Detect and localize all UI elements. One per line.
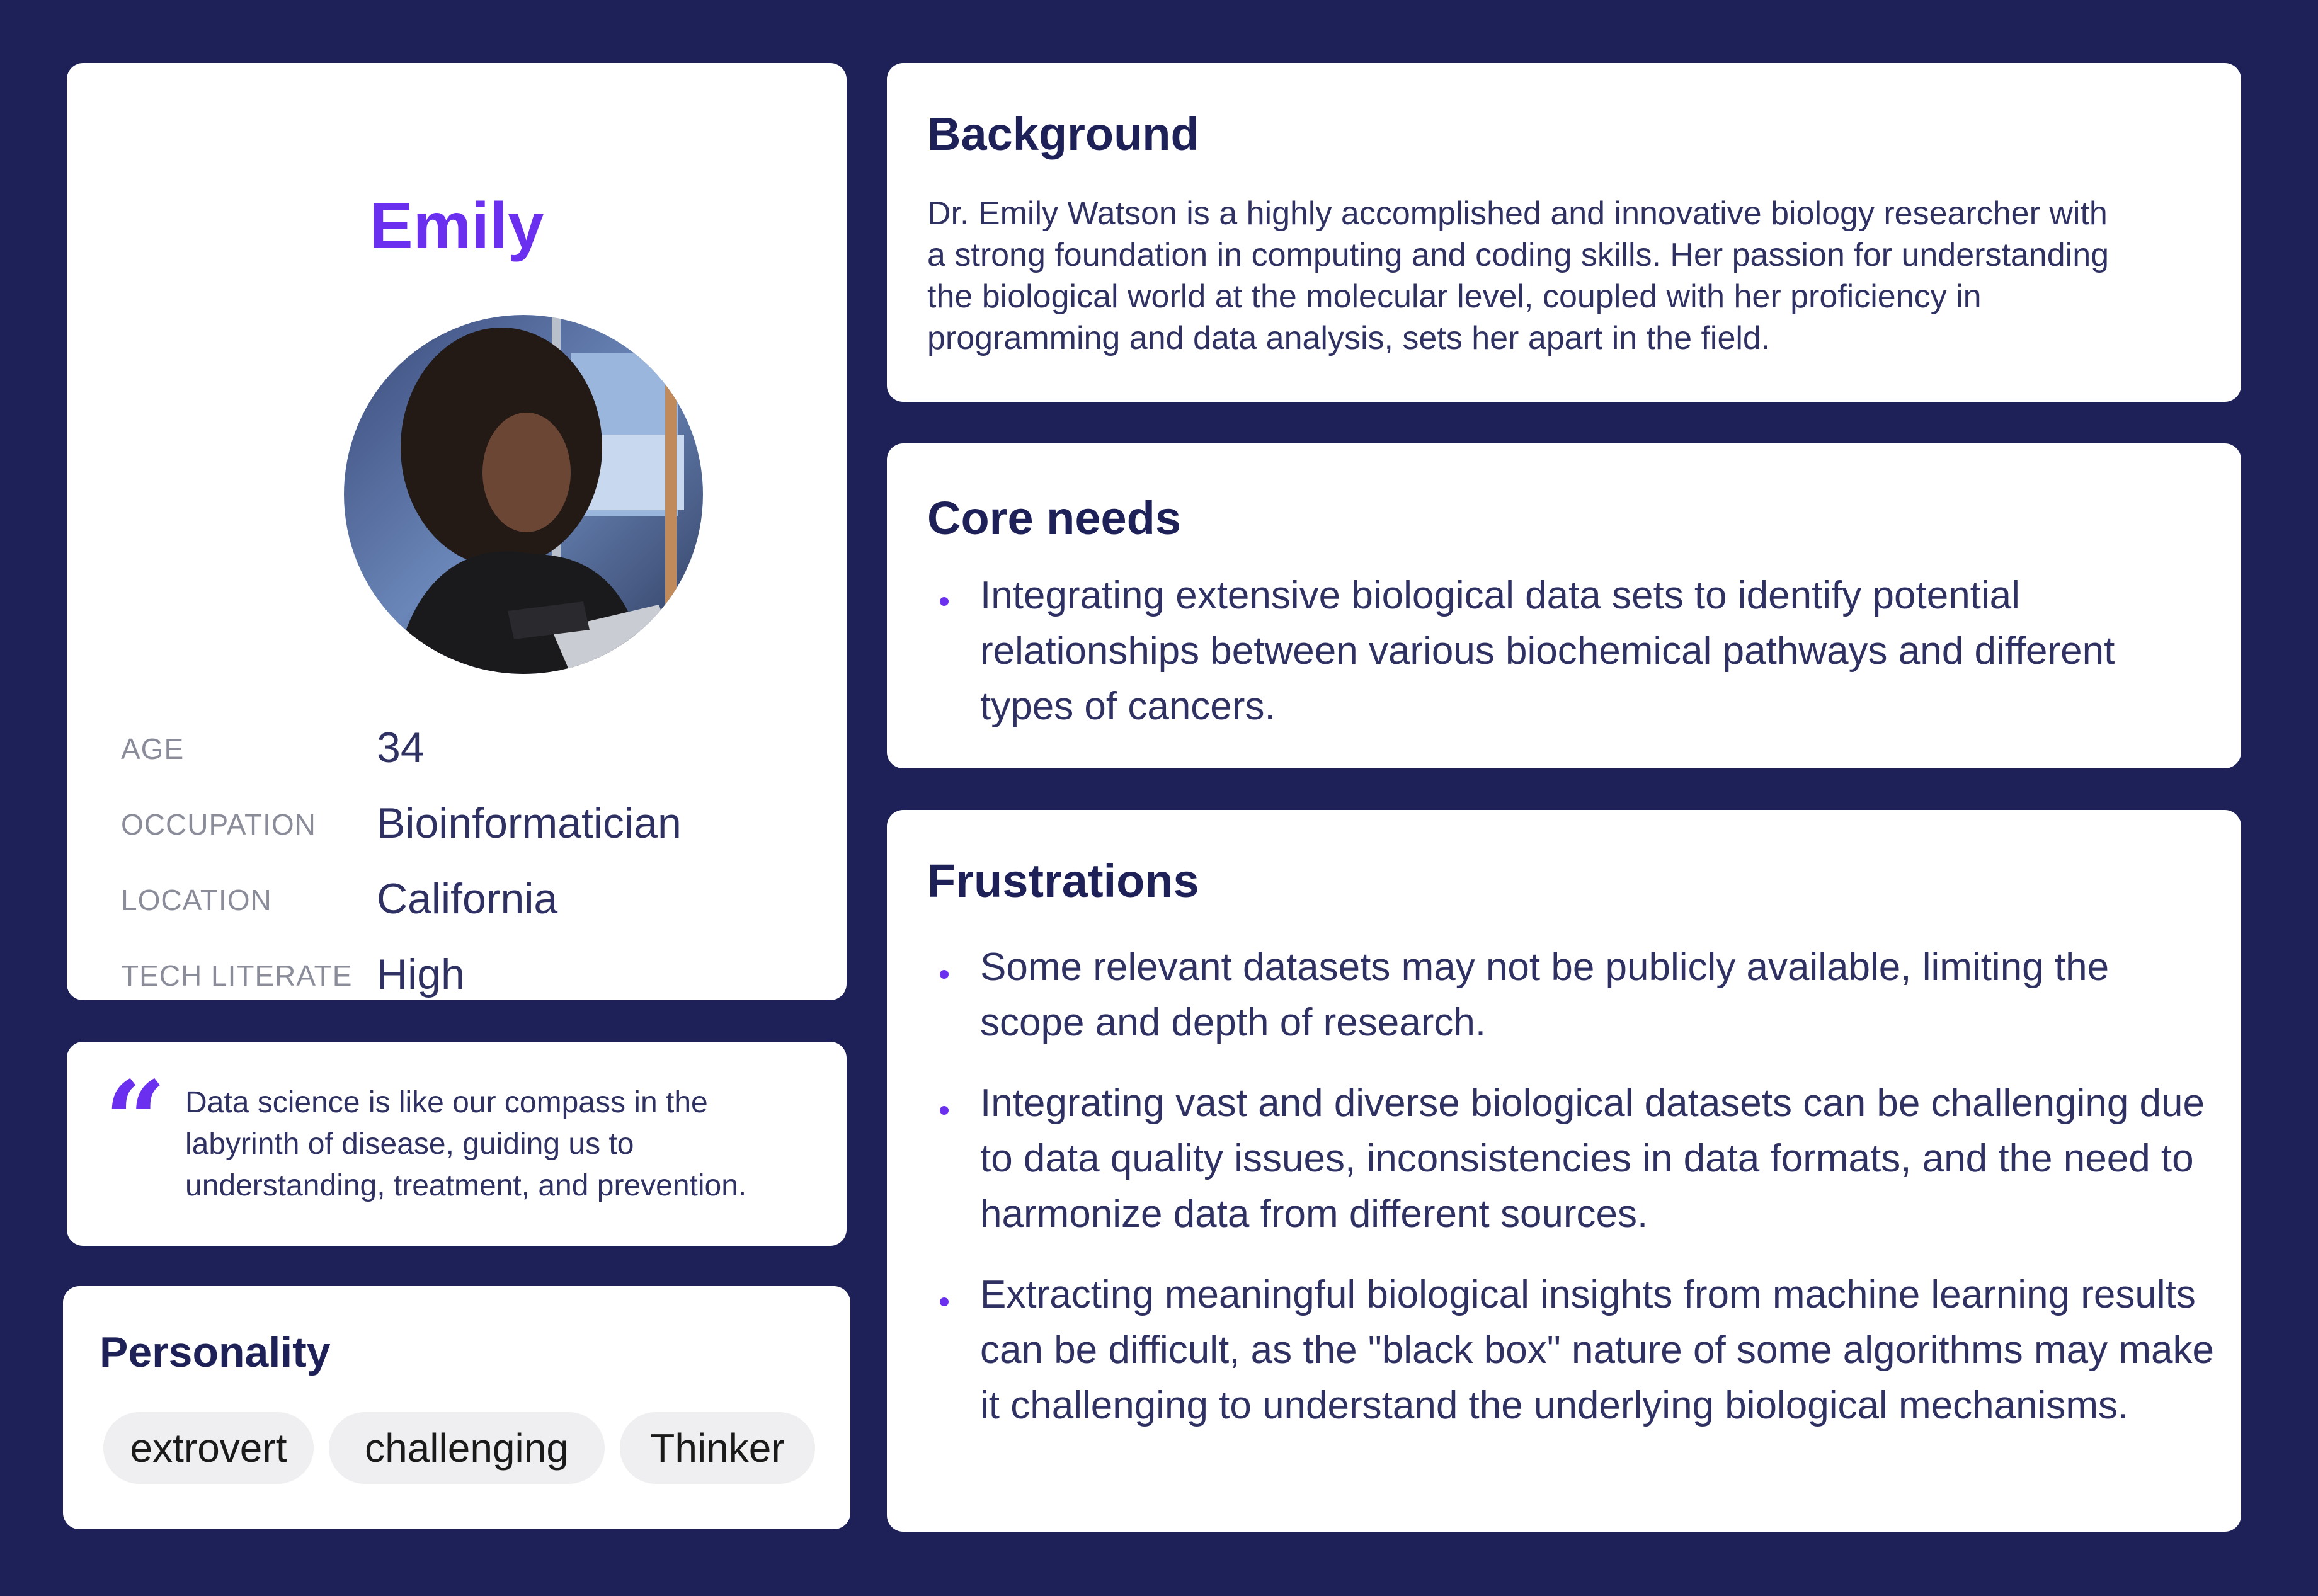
frustration-item: Extracting meaningful biological insight… <box>980 1273 2214 1427</box>
frustration-item: Some relevant datasets may not be public… <box>980 945 2110 1044</box>
attribute-value: 34 <box>377 724 425 772</box>
quote-card: “ Data science is like our compass in th… <box>67 1042 847 1246</box>
bullet-icon <box>940 970 949 979</box>
attribute-value: High <box>377 950 465 998</box>
personality-tag: challenging <box>329 1412 605 1484</box>
frustration-item: Integrating vast and diverse biological … <box>980 1081 2205 1236</box>
core-needs-card: Core needs Integrating extensive biologi… <box>887 443 2241 768</box>
attribute-label: AGE <box>121 732 185 765</box>
bullet-icon <box>940 1106 949 1115</box>
bullet-icon <box>940 597 949 606</box>
attribute-row-age: AGE 34 <box>121 718 814 794</box>
personality-title: Personality <box>100 1328 331 1376</box>
attribute-value: California <box>377 875 558 923</box>
personality-card: Personality extrovert challenging Thinke… <box>63 1286 850 1529</box>
attribute-label: TECH LITERATE <box>121 959 353 992</box>
core-need-item: Integrating extensive biological data se… <box>980 574 2115 728</box>
core-needs-title: Core needs <box>927 492 1182 544</box>
background-card: Background Dr. Emily Watson is a highly … <box>887 63 2241 402</box>
background-title: Background <box>927 108 1199 160</box>
profile-card: Emily AGE 34 OCCUPATION Bioinformatician… <box>67 63 847 1000</box>
quote-icon: “ <box>105 1057 166 1183</box>
avatar-photo <box>344 315 703 674</box>
background-text: Dr. Emily Watson is a highly accomplishe… <box>927 195 2110 356</box>
quote-text: Data science is like our compass in the … <box>185 1086 747 1202</box>
personality-tag: extrovert <box>103 1412 314 1484</box>
frustrations-title: Frustrations <box>927 855 1199 907</box>
attribute-row-occupation: OCCUPATION Bioinformatician <box>121 794 814 869</box>
avatar <box>344 315 703 674</box>
bullet-icon <box>940 1297 949 1306</box>
frustrations-card: Frustrations Some relevant datasets may … <box>887 810 2241 1532</box>
attribute-label: LOCATION <box>121 884 272 916</box>
persona-name: Emily <box>369 190 544 263</box>
personality-tag: Thinker <box>620 1412 815 1484</box>
attribute-row-tech-literate: TECH LITERATE High <box>121 945 814 1020</box>
attribute-row-location: LOCATION California <box>121 869 814 945</box>
attribute-value: Bioinformatician <box>377 799 682 847</box>
attribute-label: OCCUPATION <box>121 808 316 841</box>
